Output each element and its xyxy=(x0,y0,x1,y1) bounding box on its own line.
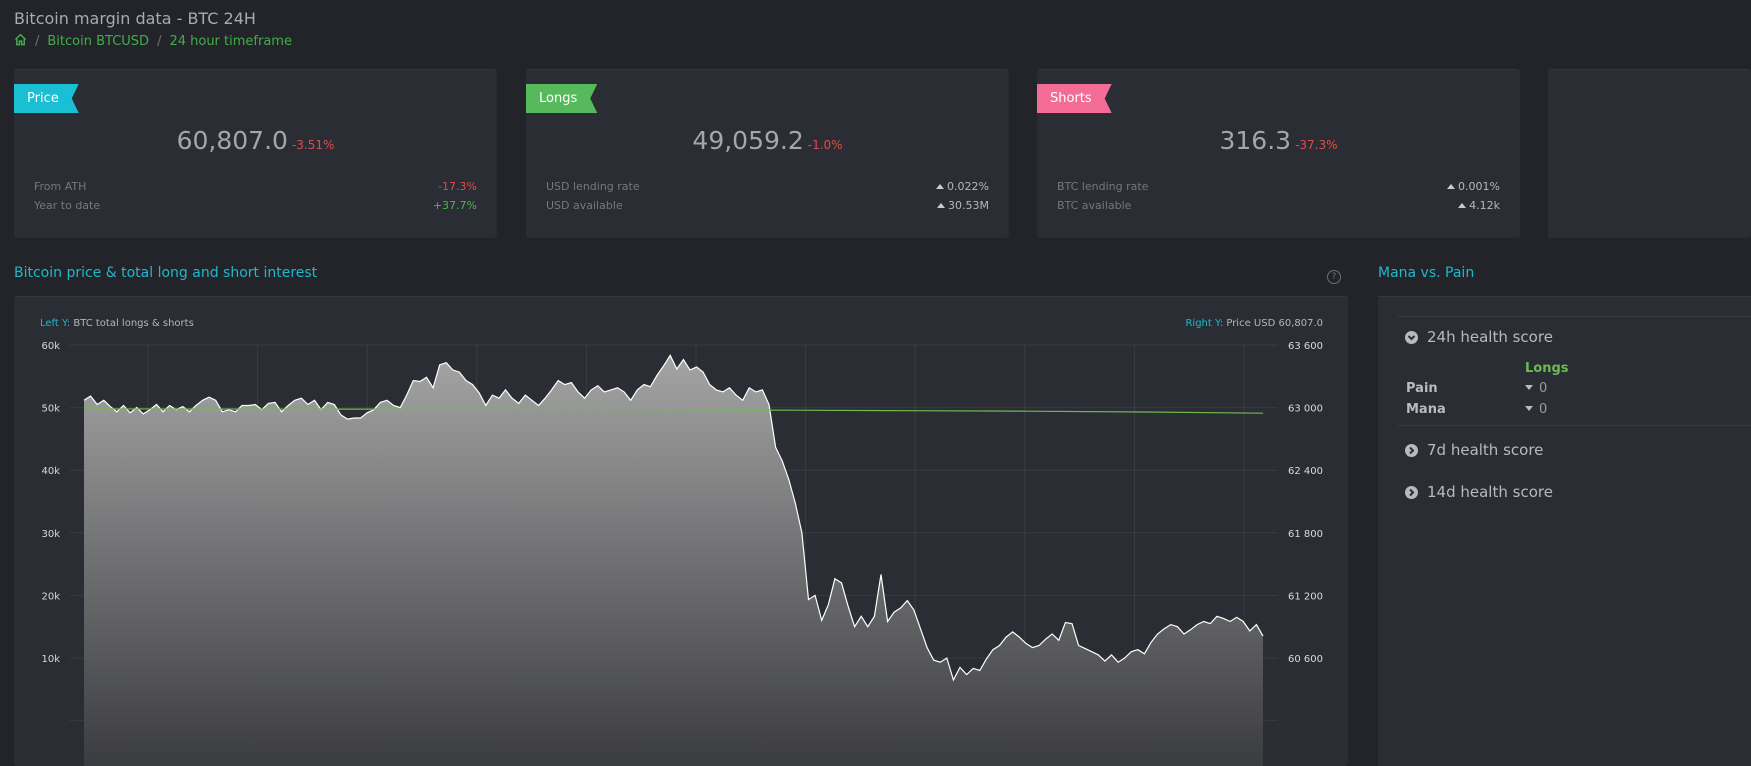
mana-row: Mana 0 xyxy=(1406,402,1566,417)
row-value: 0 xyxy=(1525,381,1547,396)
left-tick-label: 60k xyxy=(41,341,60,352)
left-tick-label: 40k xyxy=(41,466,60,477)
price-area xyxy=(84,355,1263,766)
left-tick-label: 30k xyxy=(41,529,60,540)
mana-title: Mana vs. Pain xyxy=(1378,265,1475,281)
right-axis-text: Price USD 60,807.0 xyxy=(1226,318,1323,329)
chevron-right-icon xyxy=(1405,443,1418,457)
row-label: Pain xyxy=(1406,381,1438,396)
left-axis-prefix: Left Y: xyxy=(40,318,71,329)
chevron-down-icon xyxy=(1405,330,1418,344)
right-tick-label: 63 000 xyxy=(1288,404,1323,415)
chevron-right-icon xyxy=(1405,485,1418,499)
right-tick-label: 61 200 xyxy=(1288,591,1323,602)
row-label: Mana xyxy=(1406,402,1446,417)
left-tick-label: 10k xyxy=(41,654,60,665)
right-tick-label: 62 400 xyxy=(1288,466,1323,477)
divider xyxy=(1398,316,1751,317)
left-tick-label: 50k xyxy=(41,404,60,415)
section-label: 7d health score xyxy=(1427,441,1544,459)
section-7d[interactable]: 7d health score xyxy=(1405,441,1543,459)
row-value: 0 xyxy=(1525,402,1547,417)
right-axis-label: Right Y: Price USD 60,807.0 xyxy=(1185,318,1323,329)
section-24h[interactable]: 24h health score xyxy=(1405,328,1553,346)
section-14d[interactable]: 14d health score xyxy=(1405,483,1553,501)
right-tick-label: 61 800 xyxy=(1288,529,1323,540)
section-label: 24h health score xyxy=(1427,328,1553,346)
longs-column-header: Longs xyxy=(1525,361,1569,376)
left-tick-label: 20k xyxy=(41,591,60,602)
right-tick-label: 60 600 xyxy=(1288,654,1323,665)
section-label: 14d health score xyxy=(1427,483,1553,501)
pain-row: Pain 0 xyxy=(1406,381,1566,396)
left-axis-text: BTC total longs & shorts xyxy=(73,318,194,329)
right-axis-prefix: Right Y: xyxy=(1185,318,1224,329)
divider xyxy=(1398,425,1751,426)
left-axis-label: Left Y: BTC total longs & shorts xyxy=(40,318,194,329)
right-tick-label: 63 600 xyxy=(1288,341,1323,352)
